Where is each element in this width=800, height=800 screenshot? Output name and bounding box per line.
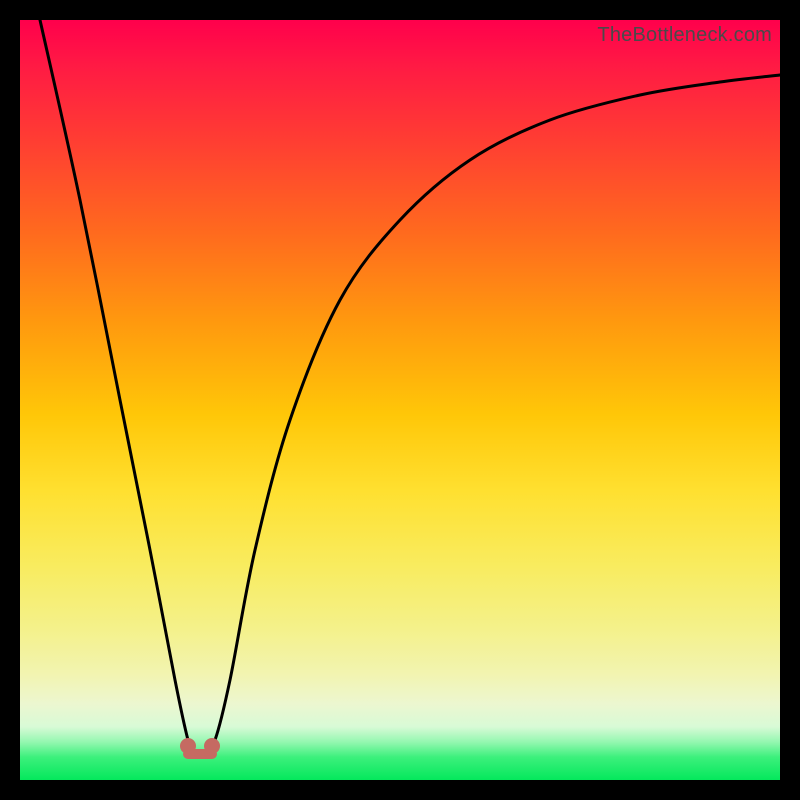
left-marker <box>180 738 196 754</box>
curve-svg <box>20 20 780 780</box>
right-marker <box>204 738 220 754</box>
plot-area: TheBottleneck.com <box>20 20 780 780</box>
bottleneck-curve <box>40 20 780 757</box>
